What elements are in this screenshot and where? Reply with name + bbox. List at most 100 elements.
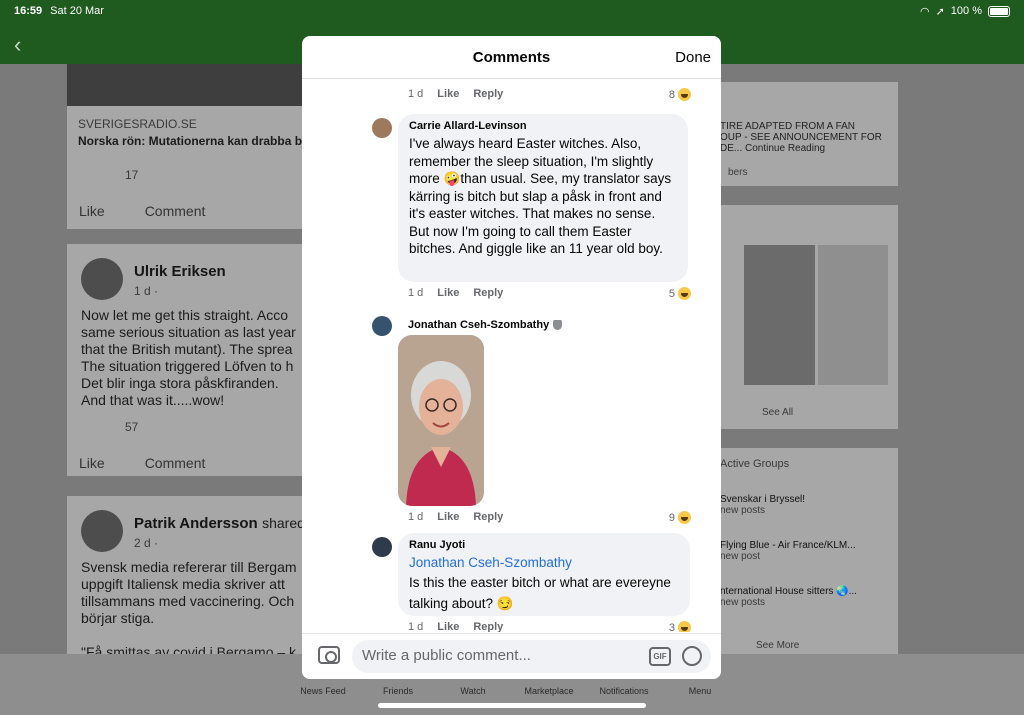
post-line: Svensk media refererar till Bergam xyxy=(81,559,297,575)
haha-reaction-icon xyxy=(678,88,691,101)
comment-mention[interactable]: Jonathan Cseh-Szombathy xyxy=(409,554,679,572)
post-line: that the British mutant). The sprea xyxy=(81,341,293,357)
author-name: Ranu Jyoti xyxy=(409,539,466,551)
home-indicator[interactable] xyxy=(378,703,646,708)
author-name: Jonathan Cseh-Szombathy xyxy=(408,319,550,331)
post-line: tillsammans med vaccinering. Och xyxy=(81,593,295,609)
comment-button[interactable]: Comment xyxy=(145,203,206,219)
status-date: Sat 20 Mar xyxy=(50,5,104,17)
like-button[interactable]: Like xyxy=(437,511,459,523)
comment-author[interactable]: Jonathan Cseh-Szombathy xyxy=(408,319,563,331)
post-line: same serious situation as last year xyxy=(81,324,296,340)
like-button[interactable]: Like xyxy=(79,455,105,471)
avatar[interactable] xyxy=(372,316,392,336)
group-name: nternational House sitters 🌏... xyxy=(720,586,857,597)
post-line: Det blir inga stora påskfiranden. xyxy=(81,375,279,391)
reply-button[interactable]: Reply xyxy=(473,621,503,632)
tab-menu[interactable]: Menu xyxy=(660,686,740,696)
emoji-icon[interactable] xyxy=(682,646,702,666)
group-posts: new post xyxy=(720,551,761,562)
comment-text: I've always heard Easter witches. Also, … xyxy=(409,136,672,256)
post-body: Svensk media refererar till Bergam uppgi… xyxy=(81,559,297,661)
author-name: Carrie Allard-Levinson xyxy=(409,120,527,132)
camera-icon[interactable] xyxy=(318,646,340,664)
like-button[interactable]: Like xyxy=(79,203,105,219)
reply-button[interactable]: Reply xyxy=(473,88,503,100)
reply-button[interactable]: Reply xyxy=(473,287,503,299)
reaction-summary[interactable]: 5 xyxy=(669,287,691,300)
avatar[interactable] xyxy=(81,510,123,552)
members-label: bers xyxy=(728,167,748,178)
reply-button[interactable]: Reply xyxy=(473,511,503,523)
like-button[interactable]: Like xyxy=(437,621,459,632)
haha-reaction-icon xyxy=(678,621,691,632)
avatar[interactable] xyxy=(81,258,123,300)
post-line: Now let me get this straight. Acco xyxy=(81,307,288,323)
status-bar: 16:59 Sat 20 Mar ◠ ➚ 100 % xyxy=(0,0,1024,22)
reaction-count: 17 xyxy=(125,168,139,182)
post-actions: Like Comment xyxy=(79,203,205,219)
reaction-summary[interactable]: 3 xyxy=(669,621,691,632)
right-card-line: TIRE ADAPTED FROM A FAN xyxy=(720,121,856,132)
comment-button[interactable]: Comment xyxy=(145,455,206,471)
post-card-2: Ulrik Eriksen 1 d · Now let me get this … xyxy=(67,244,303,476)
tab-friends[interactable]: Friends xyxy=(358,686,438,696)
post-line xyxy=(81,627,297,644)
group-item[interactable]: Flying Blue - Air France/KLM... new post xyxy=(720,540,856,562)
like-button[interactable]: Like xyxy=(437,88,459,100)
comment-meta: 1 d Like Reply xyxy=(408,88,503,100)
link-source: SVERIGESRADIO.SE xyxy=(78,117,197,131)
comment-time: 1 d xyxy=(408,88,424,100)
comment-author[interactable]: Carrie Allard-Levinson xyxy=(409,120,677,132)
post-actions: Like Comment xyxy=(79,455,205,471)
comment-bubble: Carrie Allard-Levinson I've always heard… xyxy=(398,114,688,282)
gif-icon[interactable]: GIF xyxy=(649,647,671,666)
modal-header: Comments Done xyxy=(302,36,721,79)
continue-reading-link[interactable]: Continue Reading xyxy=(745,143,825,154)
reaction-count: 3 xyxy=(668,621,675,633)
post-body: Now let me get this straight. Acco same … xyxy=(81,307,296,409)
right-card-2: See All xyxy=(720,205,898,429)
like-button[interactable]: Like xyxy=(437,287,459,299)
battery-label: 100 % xyxy=(950,5,982,17)
tab-marketplace[interactable]: Marketplace xyxy=(509,686,589,696)
tab-watch[interactable]: Watch xyxy=(433,686,513,696)
post-header: Patrik Andersson shared xyxy=(134,515,305,533)
group-posts: new posts xyxy=(720,597,766,608)
status-right: ◠ ➚ 100 % xyxy=(920,5,1010,18)
news-thumbnail xyxy=(818,245,888,385)
post-author[interactable]: Ulrik Eriksen xyxy=(134,263,226,280)
comments-list[interactable]: 1 d Like Reply 8 Carrie Allard-Levinson … xyxy=(302,80,721,632)
comment-meta: 1 d Like Reply xyxy=(408,287,503,299)
tab-notifications[interactable]: Notifications xyxy=(584,686,664,696)
link-preview-image xyxy=(67,64,303,106)
comment-input-wrapper[interactable]: GIF xyxy=(352,640,711,673)
portrait-image xyxy=(398,335,484,506)
tab-news-feed[interactable]: News Feed xyxy=(283,686,363,696)
comment-meta: 1 d Like Reply xyxy=(408,511,503,523)
comment-time: 1 d xyxy=(408,621,424,632)
post-card-1: SVERIGESRADIO.SE Norska rön: Mutationern… xyxy=(67,64,303,229)
reaction-count: 57 xyxy=(125,420,139,434)
see-more-link[interactable]: See More xyxy=(756,640,799,651)
done-button[interactable]: Done xyxy=(675,49,711,66)
group-item[interactable]: nternational House sitters 🌏... new post… xyxy=(720,586,857,608)
post-line: uppgift Italiensk media skriver att xyxy=(81,576,285,592)
modal-title: Comments xyxy=(472,49,551,66)
avatar[interactable] xyxy=(372,537,392,557)
back-arrow-icon[interactable]: ‹ xyxy=(14,32,21,58)
comment-author[interactable]: Ranu Jyoti xyxy=(409,539,679,551)
reaction-summary[interactable]: 8 xyxy=(669,88,691,101)
comment-time: 1 d xyxy=(408,511,424,523)
post-author[interactable]: Patrik Andersson xyxy=(134,515,258,532)
reaction-summary[interactable]: 9 xyxy=(669,511,691,524)
comment-bubble: Ranu Jyoti Jonathan Cseh-Szombathy Is th… xyxy=(398,533,690,616)
group-name: Flying Blue - Air France/KLM... xyxy=(720,540,856,551)
avatar[interactable] xyxy=(372,118,392,138)
comment-photo[interactable] xyxy=(398,335,484,506)
active-groups-title: Active Groups xyxy=(720,458,790,470)
group-item[interactable]: Svenskar i Bryssel! new posts xyxy=(720,494,805,516)
comment-input[interactable] xyxy=(362,647,642,664)
see-all-link[interactable]: See All xyxy=(762,407,793,418)
reaction-count: 8 xyxy=(668,88,675,101)
